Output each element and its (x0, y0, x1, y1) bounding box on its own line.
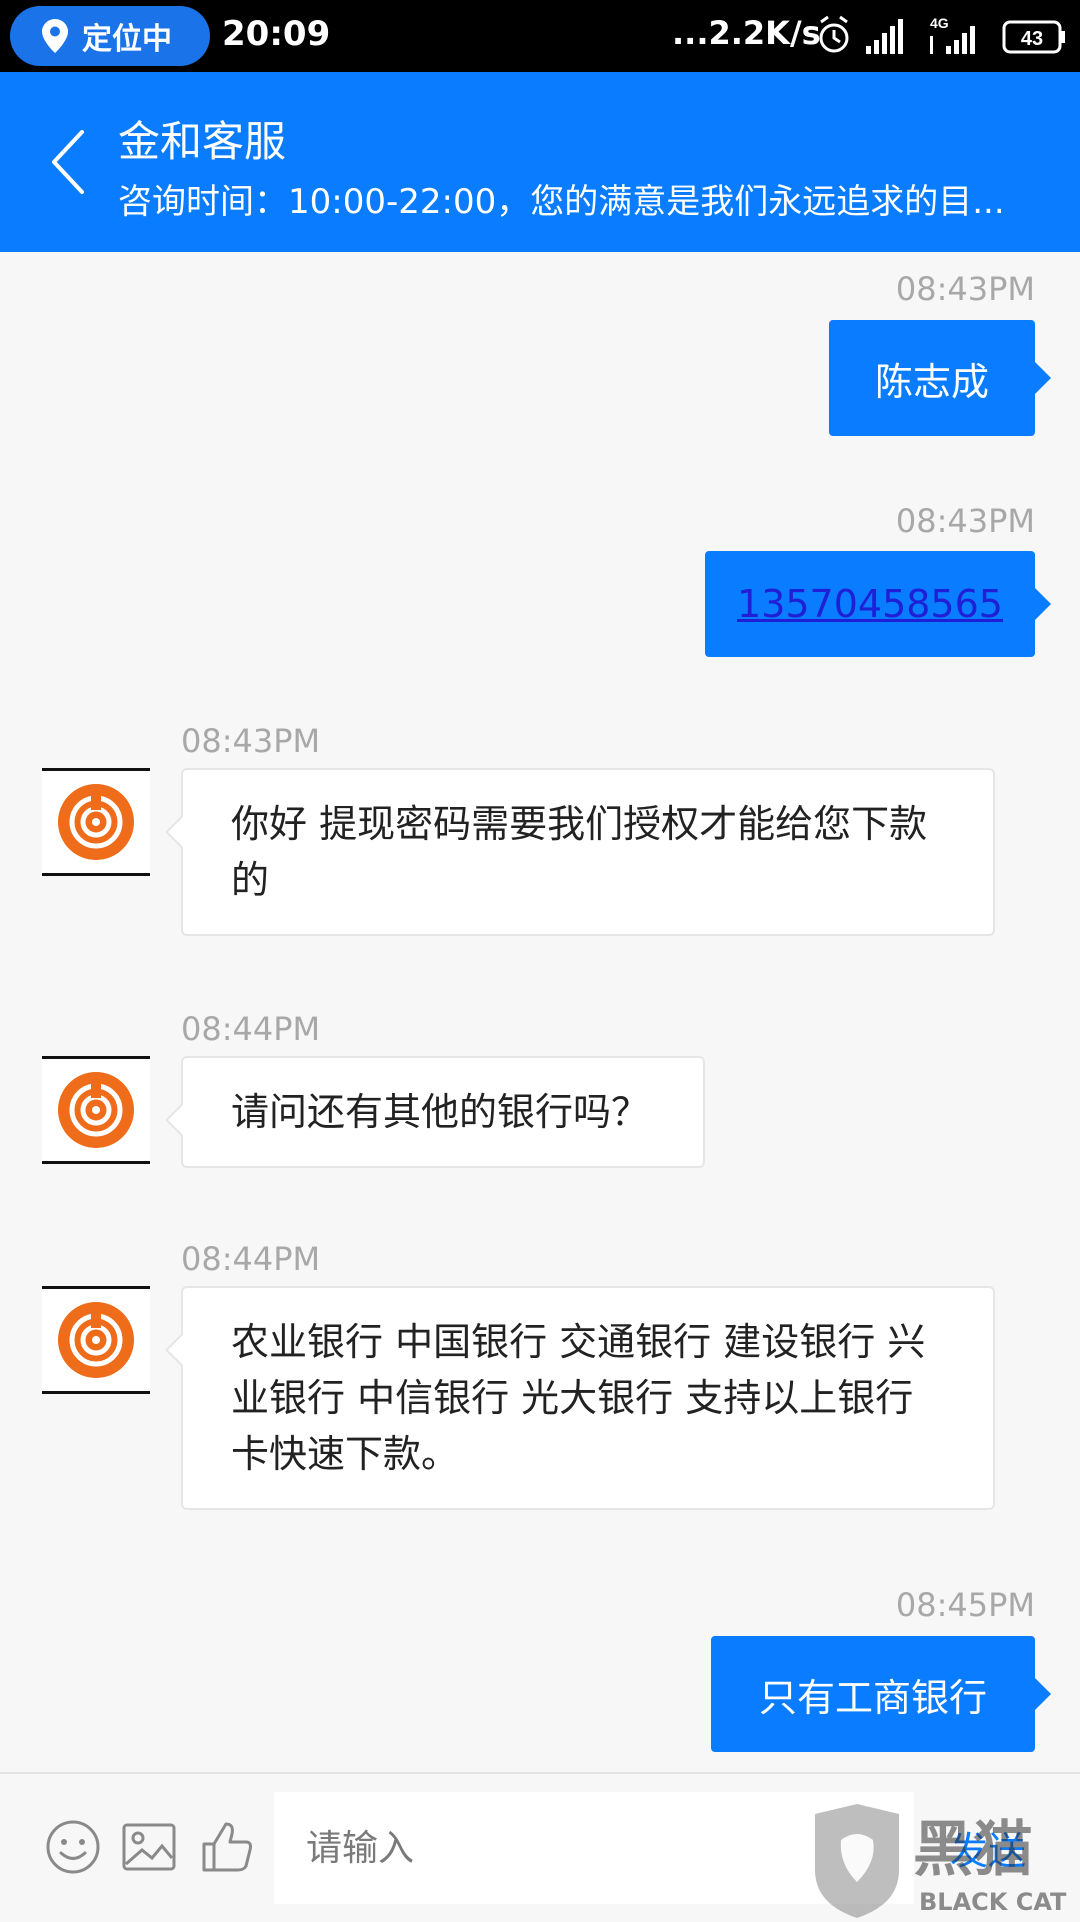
phone-link[interactable]: 13570458565 (737, 582, 1003, 626)
support-logo-icon (58, 784, 134, 860)
alarm-icon (819, 15, 849, 53)
support-logo-icon (58, 1302, 134, 1378)
chevron-left-icon[interactable] (40, 122, 100, 202)
input-bar: 发送 (0, 1772, 1080, 1922)
battery-icon: 43 (1002, 20, 1065, 54)
incoming-message[interactable]: 农业银行 中国银行 交通银行 建设银行 兴业银行 中信银行 光大银行 支持以上银… (165, 1286, 995, 1510)
message-text: 陈志成 (874, 359, 989, 404)
incoming-message[interactable]: 你好 提现密码需要我们授权才能给您下款的 (165, 768, 995, 936)
emoji-icon[interactable] (44, 1818, 102, 1876)
status-icons: 4G 43 (819, 15, 1065, 54)
location-indicator[interactable]: 定位中 (10, 6, 210, 66)
location-label: 定位中 (82, 22, 172, 57)
network-type: 4G (930, 15, 949, 31)
message-timestamp: 08:43PM (181, 722, 321, 760)
message-timestamp: 08:44PM (181, 1010, 321, 1048)
image-icon[interactable] (120, 1818, 178, 1876)
page-title: 金和客服 (118, 117, 287, 166)
message-text: 只有工商银行 (758, 1675, 987, 1720)
status-bar: 定位中 20:09 ...2.2K/s 4G 43 (0, 0, 1080, 72)
send-button[interactable]: 发送 (950, 1820, 1026, 1875)
avatar[interactable] (42, 1056, 150, 1164)
message-timestamp: 08:43PM (895, 270, 1035, 308)
signal-icon (866, 19, 903, 54)
avatar[interactable] (42, 1286, 150, 1394)
outgoing-message[interactable]: 13570458565 (705, 551, 1051, 657)
chat-header: 金和客服 咨询时间：10:00-22:00，您的满意是我们永远追求的目... (0, 72, 1080, 252)
message-timestamp: 08:43PM (895, 502, 1035, 540)
outgoing-message[interactable]: 陈志成 (829, 320, 1051, 436)
thumbs-up-icon[interactable] (198, 1818, 256, 1876)
message-text: 你好 提现密码需要我们授权才能给您下款的 (231, 802, 928, 902)
page-subtitle: 咨询时间：10:00-22:00，您的满意是我们永远追求的目... (118, 182, 1005, 222)
message-timestamp: 08:44PM (181, 1240, 321, 1278)
message-text: 请问还有其他的银行吗？ (231, 1090, 650, 1134)
clock: 20:09 (222, 14, 331, 54)
network-speed: ...2.2K/s (672, 14, 821, 52)
message-timestamp: 08:45PM (895, 1586, 1035, 1624)
location-pin-icon (42, 19, 68, 53)
battery-level: 43 (1021, 28, 1043, 50)
message-list[interactable]: 08:43PM 陈志成 08:43PM 13570458565 08:43PM … (0, 252, 1080, 1772)
message-input[interactable] (274, 1792, 914, 1904)
outgoing-message[interactable]: 只有工商银行 (711, 1636, 1051, 1752)
incoming-message[interactable]: 请问还有其他的银行吗？ (165, 1056, 705, 1168)
message-text: 农业银行 中国银行 交通银行 建设银行 兴业银行 中信银行 光大银行 支持以上银… (231, 1320, 926, 1476)
avatar[interactable] (42, 768, 150, 876)
support-logo-icon (58, 1072, 134, 1148)
